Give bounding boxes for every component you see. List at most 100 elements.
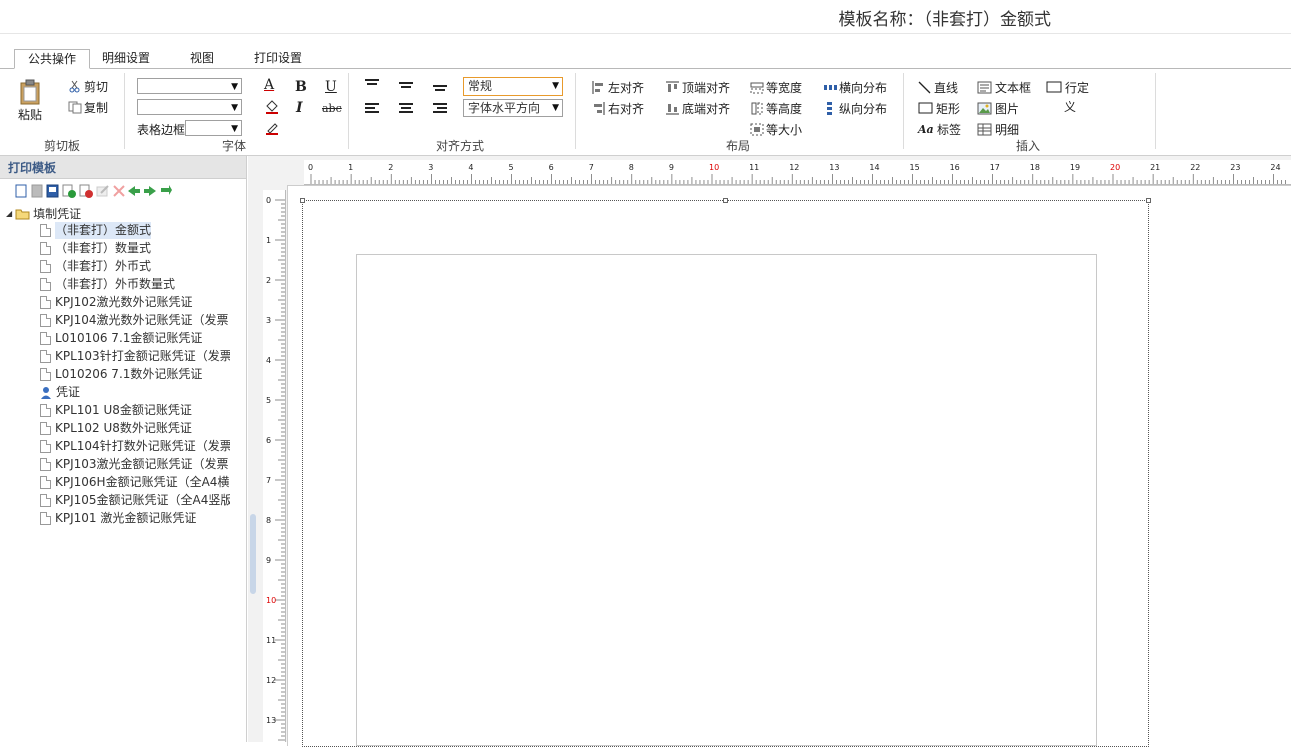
align-right-button[interactable]: 右对齐 bbox=[592, 100, 644, 117]
tree-item[interactable]: L010206 7.1数外记账凭证 bbox=[40, 366, 230, 383]
tree-item[interactable]: KPJ102激光数外记账凭证 bbox=[40, 294, 230, 311]
insert-image-button[interactable]: 图片 bbox=[977, 100, 1019, 117]
approve-icon[interactable] bbox=[62, 184, 76, 198]
align-bottom-icon[interactable] bbox=[433, 85, 447, 97]
text-style-select[interactable]: 常规 ▼ bbox=[463, 77, 563, 96]
italic-button[interactable]: I bbox=[296, 100, 303, 116]
insert-line-button[interactable]: 直线 bbox=[918, 79, 958, 96]
tree-root-fill-voucher[interactable]: ◢ 填制凭证 bbox=[6, 205, 81, 222]
tab-common[interactable]: 公共操作 bbox=[14, 49, 90, 69]
tree-item[interactable]: KPJ101 激光金额记账凭证 bbox=[40, 510, 230, 527]
align-left-icon[interactable] bbox=[365, 103, 379, 115]
forward-icon[interactable] bbox=[143, 184, 157, 198]
voucher-content-area[interactable] bbox=[356, 254, 1097, 746]
export-icon[interactable] bbox=[46, 184, 59, 198]
tree-item[interactable]: （非套打）数量式 bbox=[40, 240, 230, 257]
insert-rect-button[interactable]: 矩形 bbox=[918, 100, 960, 117]
same-size-button[interactable]: 等大小 bbox=[750, 121, 802, 138]
tree-item[interactable]: L010106 7.1金额记账凭证 bbox=[40, 330, 230, 347]
copy-icon bbox=[68, 101, 82, 114]
ruler-label: 12 bbox=[789, 163, 799, 172]
font-color-button[interactable]: A bbox=[264, 77, 274, 93]
tree-item[interactable]: KPL101 U8金额记账凭证 bbox=[40, 402, 230, 419]
table-border-select[interactable]: ▼ bbox=[185, 120, 242, 136]
horizontal-distribute-button[interactable]: 横向分布 bbox=[823, 79, 887, 96]
paste-icon bbox=[19, 79, 41, 105]
cut-button[interactable]: 剪切 bbox=[68, 78, 108, 95]
alignment-group-label: 对齐方式 bbox=[436, 139, 485, 153]
collapse-arrow-icon[interactable]: ◢ bbox=[6, 209, 12, 218]
same-width-icon bbox=[750, 81, 764, 94]
save-icon[interactable] bbox=[31, 184, 43, 198]
copy-button[interactable]: 复制 bbox=[68, 99, 108, 116]
rectangle-icon bbox=[918, 102, 933, 115]
insert-custom-button[interactable]: 行定 bbox=[1046, 79, 1089, 96]
tree-item-label: KPJ105金额记账凭证（全A4竖版 bbox=[55, 493, 230, 507]
tree-item[interactable]: （非套打）外币式 bbox=[40, 258, 230, 275]
bold-button[interactable]: B bbox=[295, 79, 307, 95]
align-middle-icon[interactable] bbox=[399, 82, 413, 94]
ruler-label: 4 bbox=[266, 356, 271, 365]
insert-detail-button[interactable]: 明细 bbox=[977, 121, 1019, 138]
tree-item[interactable]: 凭证 bbox=[40, 384, 230, 401]
resize-handle[interactable] bbox=[300, 198, 305, 203]
new-file-icon[interactable] bbox=[15, 184, 27, 198]
insert-label-label: 标签 bbox=[937, 123, 962, 137]
custom-rectangle-icon bbox=[1046, 81, 1062, 94]
refresh-icon[interactable] bbox=[159, 184, 173, 198]
tree-item[interactable]: KPJ103激光金额记账凭证（发票 bbox=[40, 456, 230, 473]
clipboard-group-label: 剪切板 bbox=[44, 139, 81, 153]
same-width-label: 等宽度 bbox=[766, 81, 803, 95]
close-icon[interactable] bbox=[112, 184, 126, 198]
align-top-icon[interactable] bbox=[365, 79, 379, 91]
ruler-label: 7 bbox=[589, 163, 594, 172]
ruler-label: 8 bbox=[266, 516, 271, 525]
tab-view[interactable]: 视图 bbox=[182, 49, 222, 67]
insert-textbox-button[interactable]: 文本框 bbox=[977, 79, 1031, 96]
tree-item[interactable]: KPJ105金额记账凭证（全A4竖版 bbox=[40, 492, 230, 509]
align-right-icon[interactable] bbox=[433, 103, 447, 115]
same-width-button[interactable]: 等宽度 bbox=[750, 79, 802, 96]
group-divider bbox=[1155, 73, 1156, 149]
tree-item[interactable]: KPL102 U8数外记账凭证 bbox=[40, 420, 230, 437]
tree-item[interactable]: KPJ106H金额记账凭证（全A4横 bbox=[40, 474, 230, 491]
resize-handle[interactable] bbox=[723, 198, 728, 203]
tree-item-label: KPJ101 激光金额记账凭证 bbox=[55, 511, 197, 525]
text-direction-select[interactable]: 字体水平方向 ▼ bbox=[463, 99, 563, 117]
ruler-label: 11 bbox=[749, 163, 759, 172]
tree-item[interactable]: KPL104针打数外记账凭证（发票 bbox=[40, 438, 230, 455]
fill-color-button[interactable] bbox=[264, 99, 280, 119]
align-left-button[interactable]: 左对齐 bbox=[592, 79, 644, 96]
edit-icon[interactable] bbox=[96, 184, 110, 198]
strikethrough-button[interactable]: abc bbox=[322, 102, 342, 115]
same-height-button[interactable]: 等高度 bbox=[750, 100, 802, 117]
align-bottom-button[interactable]: 底端对齐 bbox=[666, 100, 730, 117]
font-name-select[interactable]: ▼ bbox=[137, 78, 242, 94]
align-left-label: 左对齐 bbox=[608, 81, 645, 95]
align-top-button[interactable]: 顶端对齐 bbox=[666, 79, 730, 96]
border-color-button[interactable] bbox=[264, 120, 280, 140]
import-icon[interactable] bbox=[127, 184, 141, 198]
tree-item[interactable]: KPJ104激光数外记账凭证（发票 bbox=[40, 312, 230, 329]
group-divider bbox=[124, 73, 125, 149]
chevron-down-icon: ▼ bbox=[552, 81, 559, 91]
align-center-icon[interactable] bbox=[399, 103, 413, 115]
table-border-label: 表格边框 bbox=[137, 123, 186, 137]
insert-label-button[interactable]: Aa 标签 bbox=[918, 121, 961, 138]
resize-handle[interactable] bbox=[1146, 198, 1151, 203]
document-icon bbox=[40, 476, 51, 489]
underline-button[interactable]: U bbox=[325, 79, 337, 95]
ruler-label: 20 bbox=[1110, 163, 1120, 172]
tab-detail-settings[interactable]: 明细设置 bbox=[96, 49, 156, 67]
tree-item[interactable]: KPL103针打金额记账凭证（发票 bbox=[40, 348, 230, 365]
delete-icon[interactable] bbox=[79, 184, 93, 198]
tree-item[interactable]: （非套打）金额式 bbox=[40, 222, 230, 239]
tab-print-settings[interactable]: 打印设置 bbox=[248, 49, 308, 67]
vertical-distribute-button[interactable]: 纵向分布 bbox=[823, 100, 887, 117]
tree-item[interactable]: （非套打）外币数量式 bbox=[40, 276, 230, 293]
template-panel: 打印模板 ◢ 填制凭证 （非套打）金额式 （非套打）数量式 （非套打）外币式 （… bbox=[0, 156, 247, 742]
paste-button[interactable]: 粘贴 bbox=[18, 79, 42, 123]
font-size-select[interactable]: ▼ bbox=[137, 99, 242, 115]
template-panel-title: 打印模板 bbox=[8, 161, 57, 175]
panel-splitter-handle[interactable] bbox=[250, 514, 256, 594]
